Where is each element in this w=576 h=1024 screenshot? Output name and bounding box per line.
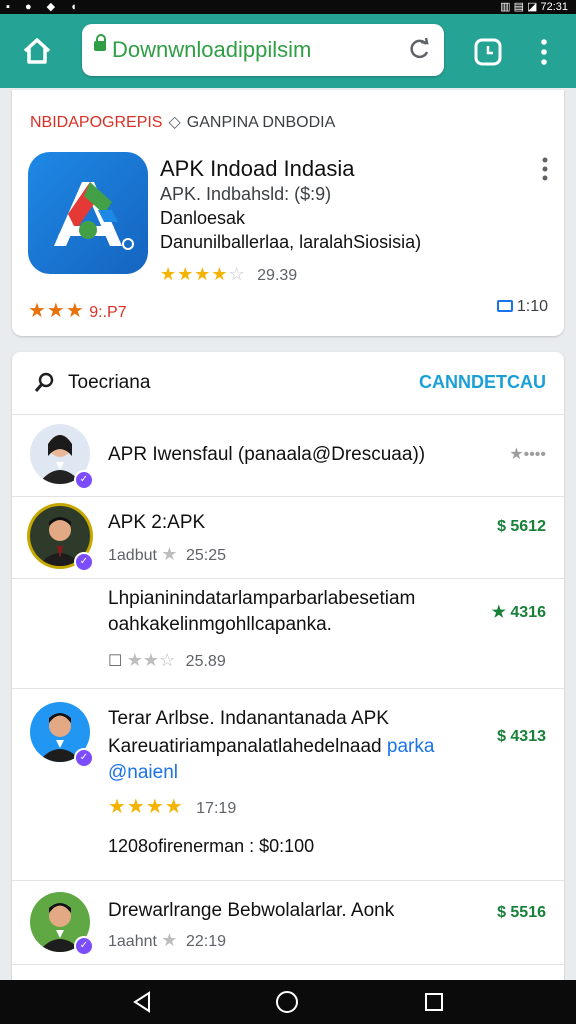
verified-badge: ✓	[74, 748, 94, 768]
list-item[interactable]: ✓ Terar Arlbse. Indanantanada APK Kareua…	[12, 688, 564, 881]
list-title: Toecriana	[68, 372, 151, 393]
verified-badge: ✓	[74, 936, 94, 956]
back-icon[interactable]	[130, 990, 154, 1014]
item-subtitle: oahkakelinmgohllcapanka.	[108, 614, 332, 635]
item-meta: ☐ ★★☆ 25.89	[108, 650, 226, 671]
verified-badge: ✓	[74, 552, 94, 572]
item-rating: ★••••	[509, 446, 546, 463]
list-item[interactable]: ✓ Drewarlrange Bebwolalarlar. Aonk 1aahn…	[12, 880, 564, 965]
more-vert-icon[interactable]	[540, 156, 550, 182]
app-description: Danunilballerlaa, laralahSiosisia)	[160, 232, 422, 252]
list-item[interactable]: Lhpianinindatarlamparbarlabesetiam oahka…	[12, 578, 564, 689]
app-detail-card: NBIDAPOGREPIS ◇ GANPINA DNBODIA APK Indoad…	[12, 90, 564, 336]
status-bar: ▪ ● ◆ ◖ ▥ ▤ ◪ 72:31	[0, 0, 576, 14]
list-header: Toecriana CANNDETCAU	[12, 352, 564, 415]
verified-badge: ✓	[74, 470, 94, 490]
folder-icon	[496, 300, 513, 312]
item-title: APK 2:APK	[108, 512, 206, 533]
item-price: $ 5612	[497, 518, 546, 535]
item-title: Terar Arlbse. Indanantanada APK	[108, 708, 389, 729]
browser-toolbar: Downwnloadippilsim	[0, 14, 576, 88]
files-info[interactable]: 1:10	[496, 298, 548, 316]
item-title: APR Iwensfaul (panaala@Drescuaa))	[108, 444, 426, 465]
item-meta: ★★★★ 17:19	[108, 794, 236, 819]
more-vert-icon[interactable]	[536, 36, 552, 68]
item-meta-time: 25.89	[185, 653, 226, 670]
lock-icon	[94, 34, 106, 51]
app-title: APK Indoad Indasia	[160, 156, 355, 181]
rating-count: 29.39	[257, 267, 298, 284]
breadcrumb-separator: ◇	[168, 114, 181, 131]
results-list-card: Toecriana CANNDETCAU ✓ APR Iwensfaul (pa…	[12, 352, 564, 992]
app-rating: ★★★★☆ 29.39	[160, 264, 297, 285]
list-item[interactable]: ✓ APK 2:APK 1adbut ★ 25:25 $ 5612	[12, 496, 564, 579]
breadcrumb-secondary[interactable]: GANPINA DNBODIA	[187, 114, 335, 131]
item-meta: 1aahnt ★ 22:19	[108, 930, 226, 951]
item-title: Lhpianinindatarlamparbarlabesetiam	[108, 588, 416, 609]
url-text[interactable]: Downwnloadippilsim	[112, 37, 311, 63]
app-subtitle: APK. Indbahsld: ($:9)	[160, 184, 332, 204]
item-meta-time: 22:19	[185, 933, 227, 950]
breadcrumb-primary[interactable]: NBIDAPOGREPIS	[30, 114, 162, 131]
reload-icon[interactable]	[406, 36, 432, 62]
item-meta-time: 25:25	[185, 547, 227, 564]
search-icon[interactable]	[34, 372, 54, 394]
status-icons-left: ▪ ● ◆ ◖	[6, 1, 83, 13]
address-bar[interactable]: Downwnloadippilsim	[82, 24, 444, 76]
system-nav-bar	[0, 980, 576, 1024]
item-meta-time: 17:19	[196, 800, 237, 817]
list-item[interactable]: ✓ APR Iwensfaul (panaala@Drescuaa)) ★•••…	[12, 414, 564, 497]
clock-icon[interactable]	[472, 36, 504, 68]
recents-icon[interactable]	[424, 992, 444, 1012]
item-meta-prefix: ☐	[108, 653, 123, 670]
item-subtitle-text: Kareuatiriampanalatlahedelnaad	[108, 736, 382, 757]
secondary-rating: ★★★ 9:.P7	[28, 298, 127, 323]
item-meta: 1adbut ★ 25:25	[108, 544, 226, 565]
item-meta-label: 1aahnt	[108, 933, 157, 950]
home-icon[interactable]	[20, 34, 54, 68]
item-link[interactable]: parka	[387, 736, 435, 757]
item-stars: ★★☆	[126, 650, 176, 670]
item-handle-link[interactable]: @naienl	[108, 762, 178, 784]
rating-stars: ★★★★	[160, 264, 229, 284]
item-subtitle: Kareuatiriampanalatlahedelnaad parka	[108, 736, 434, 758]
item-stars: ★★★★	[108, 796, 184, 818]
status-icons-right: ▥ ▤ ◪ 72:31	[500, 1, 568, 13]
item-title: Drewarlrange Bebwolalarlar. Aonk	[108, 900, 395, 921]
item-rating: ★ 4316	[491, 604, 546, 621]
star-icon: ★	[161, 930, 178, 950]
app-logo[interactable]	[28, 152, 148, 274]
list-action-button[interactable]: CANNDETCAU	[419, 372, 546, 393]
item-price: $ 5516	[497, 904, 546, 921]
secondary-stars: ★★★	[28, 300, 85, 322]
item-price: $ 4313	[497, 728, 546, 745]
star-icon: ★	[161, 544, 178, 564]
rating-empty-star: ☆	[228, 264, 245, 284]
secondary-rating-value: 9:.P7	[89, 304, 127, 321]
files-value: 1:10	[516, 298, 548, 315]
breadcrumb: NBIDAPOGREPIS ◇ GANPINA DNBODIA	[30, 112, 335, 132]
home-circle-icon[interactable]	[275, 990, 299, 1014]
item-meta-label: 1adbut	[108, 547, 157, 564]
app-developer[interactable]: Danloesak	[160, 208, 245, 229]
item-footer: 1208ofirenerman : $0:100	[108, 836, 315, 856]
